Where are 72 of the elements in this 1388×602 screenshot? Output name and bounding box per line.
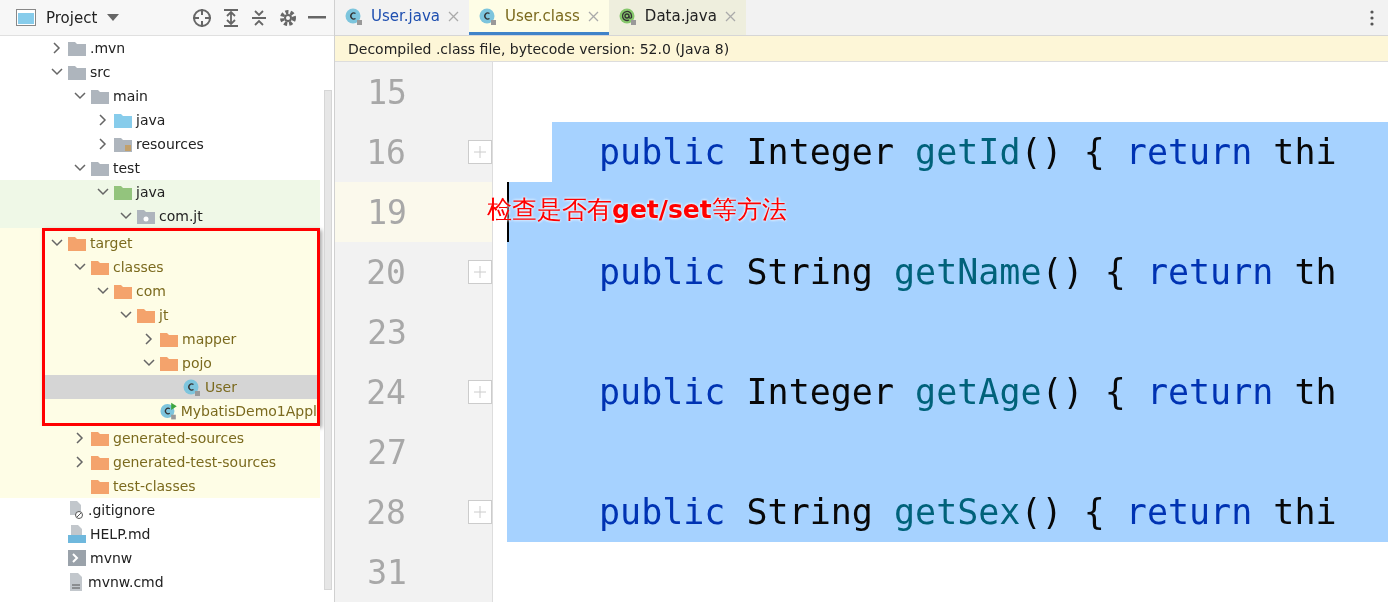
tree-item[interactable]: generated-sources xyxy=(0,426,320,450)
folder-icon xyxy=(91,88,109,104)
tree-item[interactable]: generated-test-sources xyxy=(0,450,320,474)
folder-icon xyxy=(114,112,132,128)
annotation-icon xyxy=(618,7,637,25)
settings-icon[interactable] xyxy=(278,7,298,28)
folder-icon xyxy=(68,40,86,56)
ignored-file-icon xyxy=(68,501,84,519)
editor-tab[interactable]: Data.java xyxy=(608,0,746,35)
line-number: 31 xyxy=(366,555,407,589)
tree-item[interactable]: resources xyxy=(0,132,320,156)
tree-item[interactable]: mvnw.cmd xyxy=(0,570,320,594)
tree-item[interactable]: main xyxy=(0,84,320,108)
collapse-all-icon[interactable] xyxy=(250,7,268,28)
tree-item[interactable]: java xyxy=(0,108,320,132)
folder-icon xyxy=(91,160,109,176)
scrollbar[interactable] xyxy=(324,90,332,590)
tree-item[interactable]: jt xyxy=(45,303,317,327)
tree-item[interactable]: .gitignore xyxy=(0,498,320,522)
editor-tab[interactable]: User.class xyxy=(469,0,609,35)
tree-item[interactable]: src xyxy=(0,60,320,84)
terminal-file-icon xyxy=(68,550,86,566)
tree-item[interactable]: target xyxy=(45,231,317,255)
tree-item[interactable]: User xyxy=(45,375,317,399)
folder-icon xyxy=(91,454,109,470)
package-folder-icon xyxy=(137,208,155,224)
tree-item[interactable]: mvnw xyxy=(0,546,320,570)
class-icon xyxy=(345,7,363,25)
folder-icon xyxy=(68,235,86,251)
markdown-file-icon xyxy=(68,525,86,543)
expand-all-icon[interactable] xyxy=(222,7,240,28)
panel-title: Project xyxy=(46,8,98,27)
tree-item[interactable]: pojo xyxy=(45,351,317,375)
line-number: 27 xyxy=(366,435,407,469)
class-icon xyxy=(160,402,177,420)
folder-icon xyxy=(160,331,178,347)
folder-icon xyxy=(160,355,178,371)
folder-icon xyxy=(114,184,132,200)
tree-item[interactable]: classes xyxy=(45,255,317,279)
class-icon xyxy=(183,378,201,396)
line-number: 20 xyxy=(365,255,406,289)
line-number: 15 xyxy=(366,75,407,109)
folder-icon xyxy=(91,430,109,446)
line-number: 19 xyxy=(366,195,407,229)
editor-tab[interactable]: User.java xyxy=(335,0,469,35)
tree-item[interactable]: HELP.md xyxy=(0,522,320,546)
folder-icon xyxy=(91,478,109,494)
folder-icon xyxy=(137,307,155,323)
tree-item[interactable]: com xyxy=(45,279,317,303)
crosshair-icon[interactable] xyxy=(192,7,212,28)
decompiled-notice: Decompiled .class file, bytecode version: 52.0 (Java 8) xyxy=(335,36,1388,62)
line-number: 28 xyxy=(365,495,406,529)
folder-icon xyxy=(114,283,132,299)
line-number: 23 xyxy=(366,315,407,349)
tree-item[interactable]: mapper xyxy=(45,327,317,351)
line-number: 16 xyxy=(365,135,406,169)
text-file-icon xyxy=(68,573,84,591)
window-icon xyxy=(16,9,36,26)
tree-item[interactable]: test xyxy=(0,156,320,180)
line-number: 24 xyxy=(365,375,406,409)
class-icon xyxy=(479,7,497,25)
tree-item[interactable]: MybatisDemo1Appl xyxy=(45,399,317,423)
tree-item[interactable]: .mvn xyxy=(0,36,320,60)
minimize-icon[interactable] xyxy=(308,15,326,20)
tree-item[interactable]: java xyxy=(0,180,320,204)
folder-icon xyxy=(68,64,86,80)
more-options-icon[interactable] xyxy=(1370,9,1374,26)
tree-item[interactable]: test-classes xyxy=(0,474,320,498)
dropdown-caret-icon[interactable] xyxy=(107,13,120,22)
folder-icon xyxy=(114,136,132,152)
folder-icon xyxy=(91,259,109,275)
tree-item[interactable]: com.jt xyxy=(0,204,320,228)
